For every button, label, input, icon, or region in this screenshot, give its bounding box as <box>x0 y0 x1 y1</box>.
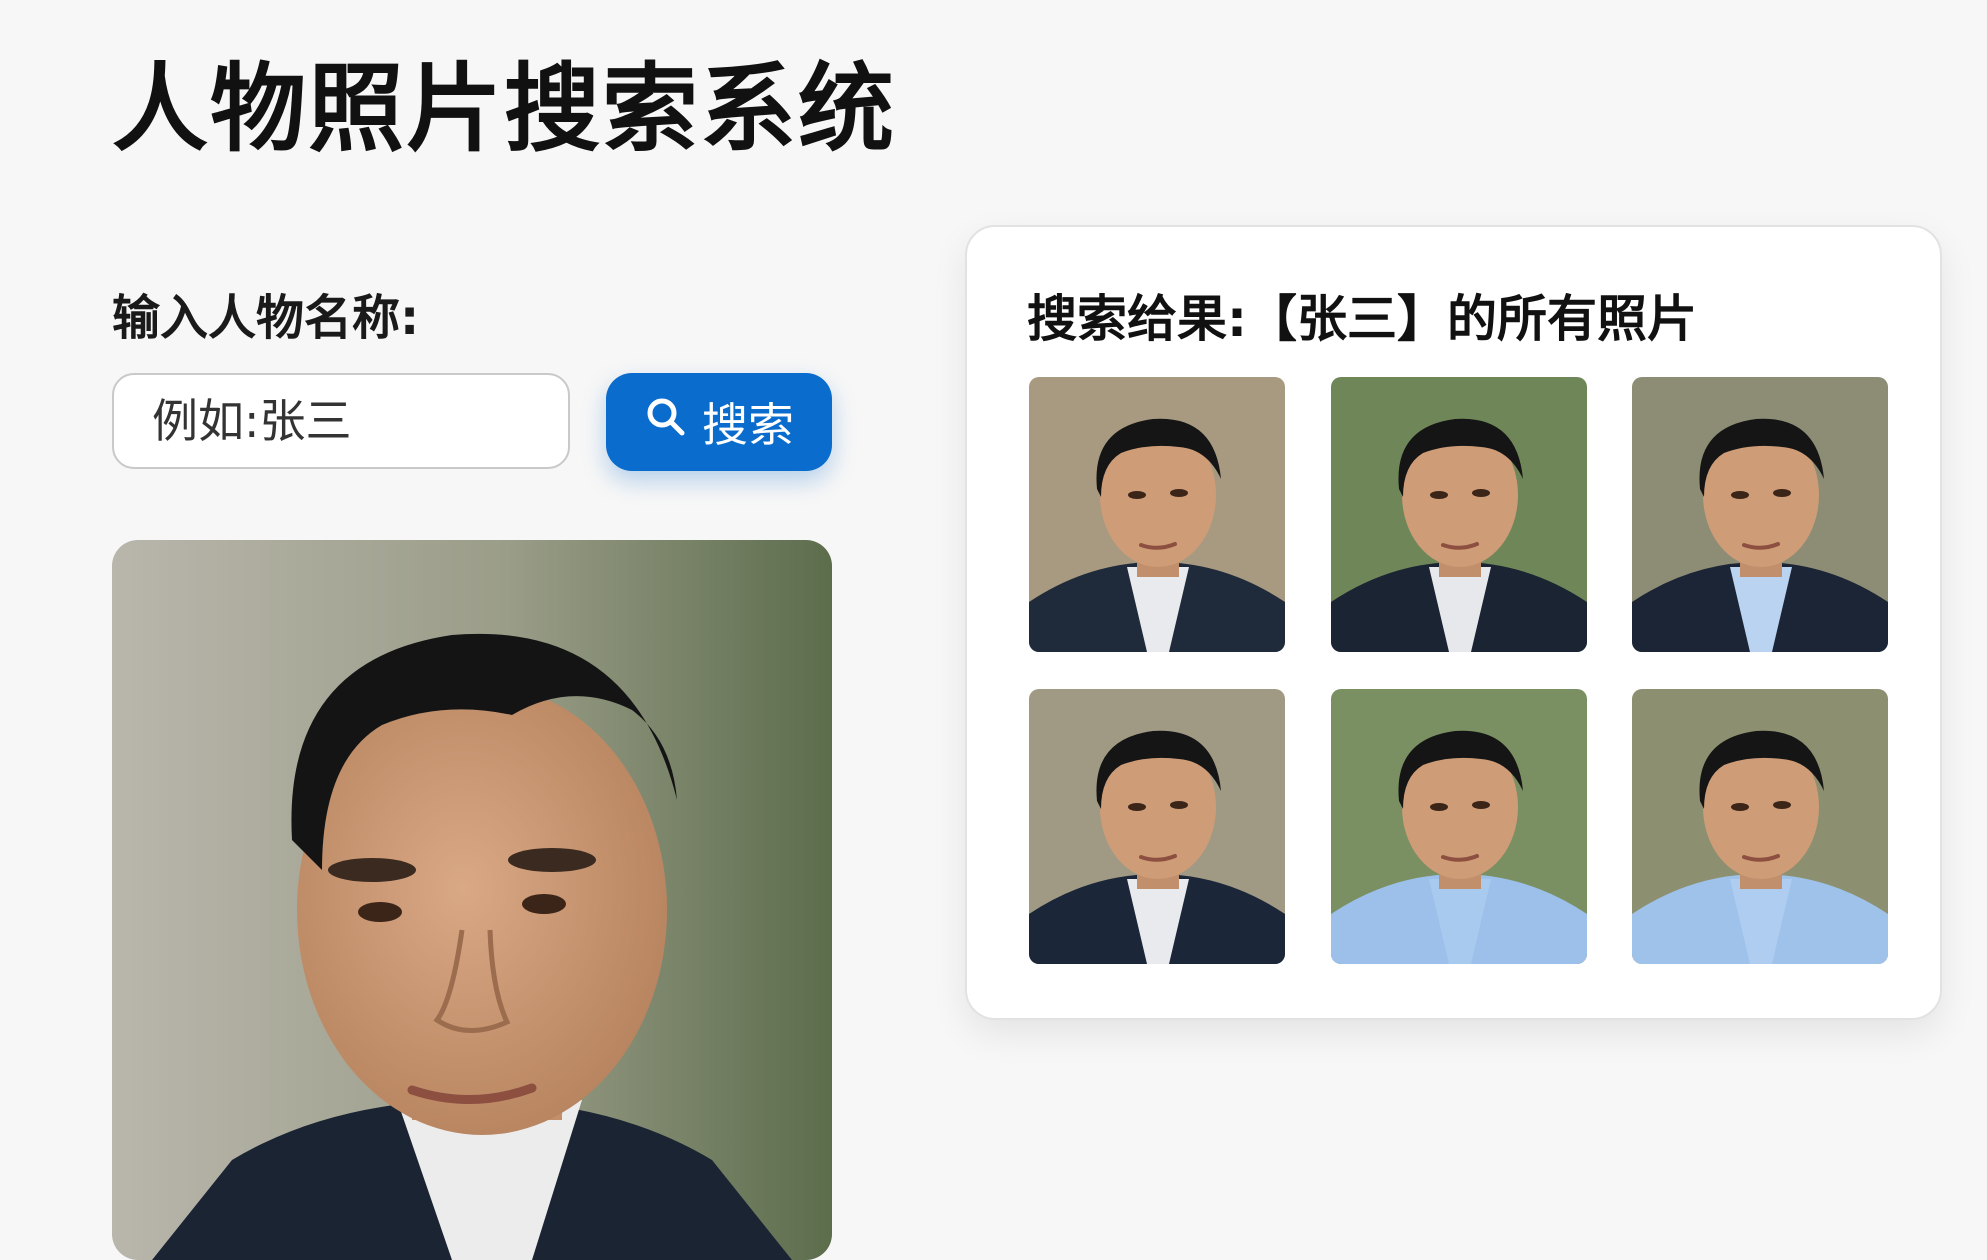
page-title: 人物照片搜索系统 <box>112 53 896 165</box>
results-title: 搜索给果:【张三】的所有照片 <box>1027 290 1697 348</box>
result-photo-thumbnail[interactable] <box>1029 377 1285 652</box>
result-photo-thumbnail[interactable] <box>1331 377 1587 652</box>
main-person-photo <box>112 540 832 1260</box>
search-results-panel: 搜索给果:【张三】的所有照片 <box>965 225 1942 1020</box>
result-photo-thumbnail[interactable] <box>1331 689 1587 964</box>
search-input-label: 输入人物名称: <box>112 290 420 346</box>
search-icon <box>644 395 688 450</box>
result-photo-thumbnail[interactable] <box>1029 689 1285 964</box>
result-photo-thumbnail[interactable] <box>1632 689 1888 964</box>
search-input[interactable] <box>112 373 570 469</box>
result-photo-thumbnail[interactable] <box>1632 377 1888 652</box>
search-button[interactable]: 搜索 <box>606 373 832 471</box>
search-button-label: 搜索 <box>702 398 794 452</box>
